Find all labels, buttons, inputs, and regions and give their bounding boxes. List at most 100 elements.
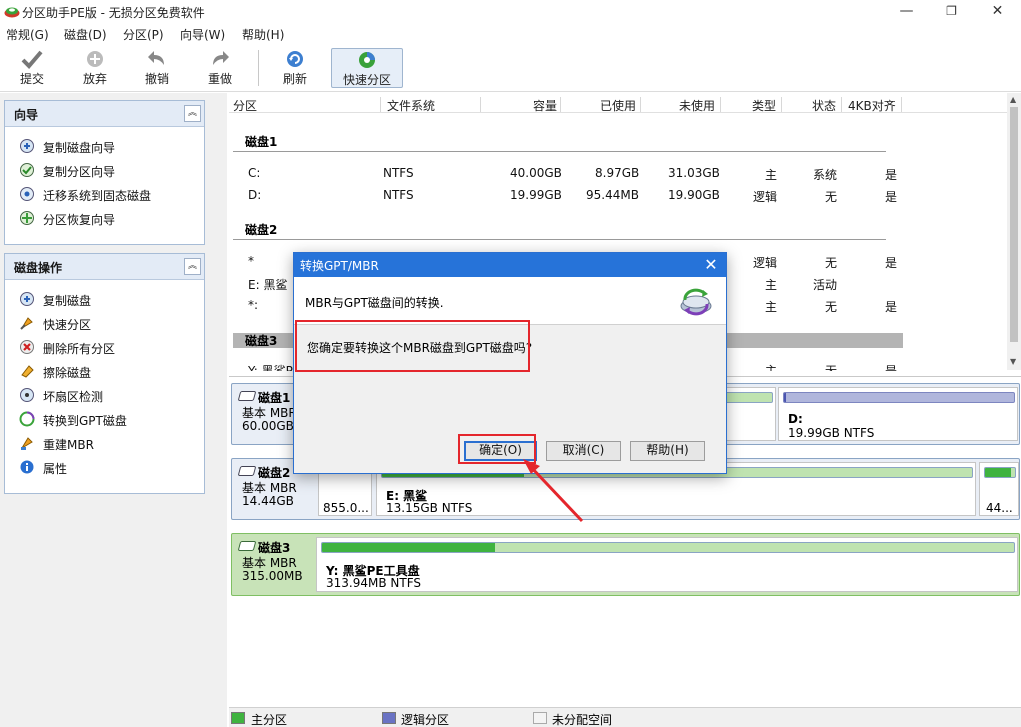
sidebar: 向导 ︽ 复制磁盘向导 复制分区向导 迁移系统到固态磁盘 分区恢复向导 磁盘操作… bbox=[0, 93, 227, 727]
dialog-header: MBR与GPT磁盘间的转换. bbox=[294, 277, 726, 325]
disk-ops-panel-title: 磁盘操作 bbox=[14, 261, 63, 275]
collapse-icon[interactable]: ︽ bbox=[184, 258, 201, 275]
copy-partition-icon bbox=[20, 163, 34, 177]
checkmark-icon bbox=[21, 50, 43, 69]
convert-icon bbox=[19, 411, 35, 427]
disk2-header: 磁盘2 bbox=[245, 223, 278, 237]
cancel-button[interactable]: 取消(C) bbox=[546, 441, 621, 461]
wizard-panel: 向导 ︽ 复制磁盘向导 复制分区向导 迁移系统到固态磁盘 分区恢复向导 bbox=[4, 100, 205, 245]
refresh-icon bbox=[287, 51, 303, 67]
migrate-icon bbox=[20, 187, 34, 201]
wipe-icon bbox=[21, 365, 34, 378]
menu-partition[interactable]: 分区(P) bbox=[123, 26, 164, 43]
help-button[interactable]: 帮助(H) bbox=[630, 441, 705, 461]
col-unused[interactable]: 未使用 bbox=[679, 97, 715, 114]
copy-disk-icon bbox=[20, 292, 34, 306]
discard-icon bbox=[87, 51, 103, 67]
col-partition[interactable]: 分区 bbox=[233, 97, 257, 114]
column-divider[interactable] bbox=[380, 97, 381, 112]
quick-partition-icon bbox=[359, 52, 375, 68]
question-highlight-box bbox=[295, 320, 530, 372]
legend-primary-label: 主分区 bbox=[251, 713, 288, 727]
col-type[interactable]: 类型 bbox=[752, 97, 776, 114]
disk3-card[interactable]: 磁盘3 基本 MBR 315.00MB Y: 黑鲨PE工具盘 313.94MB … bbox=[231, 533, 1020, 596]
quick-partition-icon bbox=[20, 317, 33, 330]
rebuild-mbr-icon bbox=[21, 437, 33, 450]
collapse-icon[interactable]: ︽ bbox=[184, 105, 201, 122]
menu-general[interactable]: 常规(G) bbox=[6, 26, 49, 43]
recover-icon bbox=[20, 211, 34, 225]
disk-ops-panel: 磁盘操作 ︽ 复制磁盘 快速分区 删除所有分区 擦除磁盘 坏扇区检测 转换到GP… bbox=[4, 253, 205, 494]
legend-unallocated-swatch bbox=[533, 712, 547, 724]
scroll-up-icon[interactable]: ▲ bbox=[1010, 95, 1016, 104]
undo-icon bbox=[148, 51, 164, 65]
wizard-panel-header: 向导 ︽ bbox=[5, 101, 204, 127]
partition-y[interactable]: Y: 黑鲨PE工具盘 313.94MB NTFS bbox=[316, 537, 1018, 592]
quick-partition-button[interactable]: 快速分区 bbox=[331, 48, 403, 88]
col-filesystem[interactable]: 文件系统 bbox=[387, 97, 435, 114]
menu-disk[interactable]: 磁盘(D) bbox=[64, 26, 107, 43]
maximize-button[interactable]: ❐ bbox=[929, 0, 974, 24]
wizard-panel-title: 向导 bbox=[14, 108, 39, 122]
column-divider[interactable] bbox=[901, 97, 902, 112]
col-4k-align[interactable]: 4KB对齐 bbox=[848, 97, 896, 114]
legend-unallocated-label: 未分配空间 bbox=[552, 713, 613, 727]
table-scrollbar[interactable]: ▲ ▼ bbox=[1007, 93, 1021, 370]
redo-button[interactable]: 重做 bbox=[195, 48, 245, 88]
column-divider[interactable] bbox=[841, 97, 842, 112]
dialog-header-text: MBR与GPT磁盘间的转换. bbox=[305, 296, 444, 310]
column-divider[interactable] bbox=[560, 97, 561, 112]
disk-divider bbox=[233, 151, 886, 152]
toolbar-separator bbox=[258, 50, 259, 86]
close-button[interactable]: ✕ bbox=[975, 0, 1020, 24]
scroll-down-icon[interactable]: ▼ bbox=[1010, 357, 1016, 366]
col-capacity[interactable]: 容量 bbox=[533, 97, 557, 114]
disk-icon bbox=[237, 391, 257, 401]
undo-button[interactable]: 撤销 bbox=[132, 48, 182, 88]
col-used[interactable]: 已使用 bbox=[600, 97, 636, 114]
toolbar: 提交 放弃 撤销 重做 刷新 快速分区 bbox=[0, 44, 1021, 92]
disk-icon bbox=[237, 466, 257, 476]
bad-sector-icon bbox=[20, 388, 34, 402]
partition-small[interactable]: 44... bbox=[979, 462, 1019, 516]
column-divider[interactable] bbox=[781, 97, 782, 112]
disk3-info: 磁盘3 基本 MBR 315.00MB bbox=[232, 534, 314, 595]
scrollbar-thumb[interactable] bbox=[1010, 107, 1018, 342]
dialog-title: 转换GPT/MBR bbox=[300, 259, 379, 273]
legend-logical-label: 逻辑分区 bbox=[401, 713, 450, 727]
table-header: 分区 文件系统 容量 已使用 未使用 类型 状态 4KB对齐 bbox=[229, 95, 1007, 113]
convert-disk-icon bbox=[680, 288, 712, 316]
dialog-close-icon[interactable]: ✕ bbox=[696, 253, 726, 277]
partition-usage-bar bbox=[984, 467, 1016, 478]
menu-help[interactable]: 帮助(H) bbox=[242, 26, 284, 43]
discard-button[interactable]: 放弃 bbox=[70, 48, 120, 88]
partition-d[interactable]: D: 19.99GB NTFS bbox=[778, 387, 1018, 441]
window-title: 分区助手PE版 - 无损分区免费软件 bbox=[22, 6, 205, 20]
menu-bar: 常规(G) 磁盘(D) 分区(P) 向导(W) 帮助(H) bbox=[0, 24, 1021, 44]
commit-button[interactable]: 提交 bbox=[7, 48, 57, 88]
legend-logical-swatch bbox=[382, 712, 396, 724]
minimize-button[interactable]: — bbox=[884, 0, 929, 24]
legend-bar: 主分区 逻辑分区 未分配空间 bbox=[229, 707, 1021, 727]
partition-usage-bar bbox=[783, 392, 1015, 403]
disk-divider bbox=[233, 239, 886, 240]
title-bar: 分区助手PE版 - 无损分区免费软件 — ❐ ✕ bbox=[0, 0, 1021, 24]
menu-wizard[interactable]: 向导(W) bbox=[180, 26, 225, 43]
redo-icon bbox=[213, 51, 229, 65]
disk1-header: 磁盘1 bbox=[245, 135, 278, 149]
disk-ops-panel-header: 磁盘操作 ︽ bbox=[5, 254, 204, 280]
app-logo-icon bbox=[4, 7, 20, 18]
col-status[interactable]: 状态 bbox=[812, 97, 836, 114]
disk-icon bbox=[237, 541, 257, 551]
dialog-title-bar[interactable]: 转换GPT/MBR ✕ bbox=[294, 253, 726, 277]
legend-primary-swatch bbox=[231, 712, 245, 724]
info-icon bbox=[20, 460, 34, 474]
column-divider[interactable] bbox=[720, 97, 721, 112]
ok-highlight-box bbox=[458, 434, 536, 464]
column-divider[interactable] bbox=[640, 97, 641, 112]
delete-icon bbox=[20, 340, 34, 354]
disk3-header: 磁盘3 bbox=[245, 334, 278, 348]
refresh-button[interactable]: 刷新 bbox=[270, 48, 320, 88]
copy-disk-icon bbox=[20, 139, 34, 153]
column-divider[interactable] bbox=[480, 97, 481, 112]
